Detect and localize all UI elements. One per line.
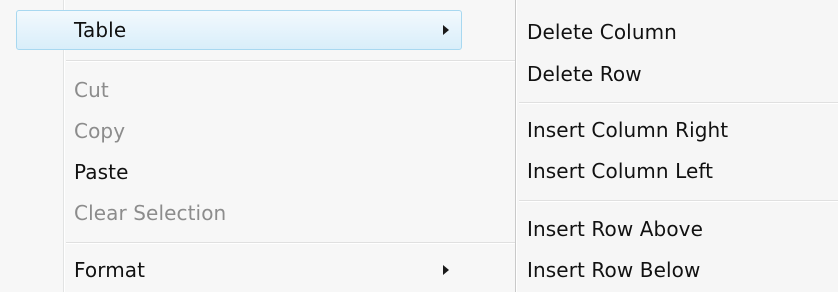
menu-item-paste[interactable]: Paste (0, 152, 515, 192)
menu-item-paste-label: Paste (74, 160, 129, 184)
submenu-item-insert-row-below-label: Insert Row Below (527, 258, 701, 282)
submenu-item-insert-row-above-label: Insert Row Above (527, 217, 704, 241)
submenu-separator-highlight (519, 201, 838, 202)
context-menu: Table Cut Copy Paste Clear Selection For… (0, 0, 516, 292)
submenu-item-insert-column-left-label: Insert Column Left (527, 159, 714, 183)
submenu-item-delete-row-label: Delete Row (527, 62, 642, 86)
menu-separator-highlight (66, 243, 515, 244)
table-submenu: Delete Column Delete Row Insert Column R… (516, 0, 838, 292)
submenu-separator-highlight (519, 103, 838, 104)
menu-item-copy-label: Copy (74, 119, 126, 143)
menu-item-clear-selection[interactable]: Clear Selection (0, 193, 515, 233)
menu-item-format-label: Format (74, 258, 146, 282)
submenu-item-insert-row-below[interactable]: Insert Row Below (517, 250, 838, 290)
menu-item-cut-label: Cut (74, 78, 109, 102)
submenu-item-delete-column[interactable]: Delete Column (517, 12, 838, 52)
submenu-item-delete-row[interactable]: Delete Row (517, 54, 838, 94)
menu-separator-highlight (66, 61, 515, 62)
menu-item-copy[interactable]: Copy (0, 111, 515, 151)
menu-item-cut[interactable]: Cut (0, 70, 515, 110)
menu-item-format[interactable]: Format (0, 250, 515, 290)
screen: Table Cut Copy Paste Clear Selection For… (0, 0, 838, 292)
menu-item-table[interactable]: Table (0, 10, 515, 50)
submenu-item-insert-column-left[interactable]: Insert Column Left (517, 151, 838, 191)
submenu-arrow-icon (443, 265, 449, 275)
menu-item-clear-selection-label: Clear Selection (74, 201, 227, 225)
submenu-item-insert-row-above[interactable]: Insert Row Above (517, 209, 838, 249)
submenu-item-insert-column-right[interactable]: Insert Column Right (517, 110, 838, 150)
menu-item-table-label: Table (74, 18, 127, 42)
submenu-item-insert-column-right-label: Insert Column Right (527, 118, 729, 142)
submenu-arrow-icon (443, 25, 449, 35)
submenu-item-delete-column-label: Delete Column (527, 20, 677, 44)
